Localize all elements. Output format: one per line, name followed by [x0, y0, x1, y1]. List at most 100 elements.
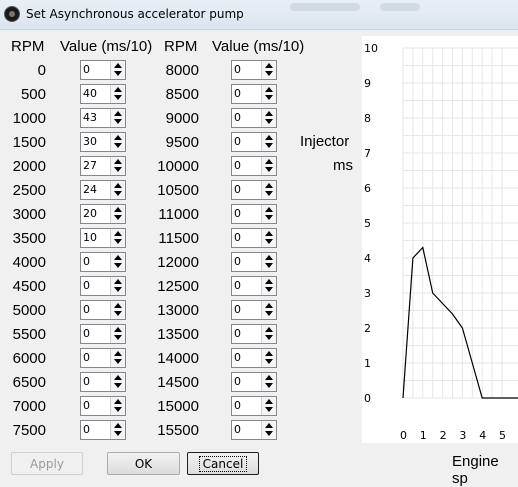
arrow-up-icon[interactable]	[114, 63, 122, 68]
value-field[interactable]: 30	[83, 135, 97, 148]
arrow-up-icon[interactable]	[265, 255, 273, 260]
arrow-down-icon[interactable]	[114, 311, 122, 316]
arrow-down-icon[interactable]	[114, 239, 122, 244]
value-spinner[interactable]: 0	[231, 252, 277, 272]
value-spinner[interactable]: 0	[80, 300, 126, 320]
value-spinner[interactable]: 0	[231, 300, 277, 320]
value-spinner[interactable]: 0	[231, 396, 277, 416]
spinner-arrows[interactable]	[110, 133, 125, 151]
arrow-down-icon[interactable]	[265, 215, 273, 220]
arrow-down-icon[interactable]	[265, 71, 273, 76]
value-field[interactable]: 0	[234, 87, 241, 100]
arrow-up-icon[interactable]	[265, 183, 273, 188]
arrow-up-icon[interactable]	[114, 207, 122, 212]
value-field[interactable]: 0	[234, 327, 241, 340]
arrow-down-icon[interactable]	[114, 263, 122, 268]
arrow-up-icon[interactable]	[265, 375, 273, 380]
arrow-up-icon[interactable]	[265, 63, 273, 68]
value-spinner[interactable]: 0	[231, 180, 277, 200]
value-field[interactable]: 43	[83, 111, 97, 124]
arrow-up-icon[interactable]	[114, 231, 122, 236]
value-spinner[interactable]: 0	[231, 132, 277, 152]
value-spinner[interactable]: 20	[80, 204, 126, 224]
value-spinner[interactable]: 0	[231, 324, 277, 344]
spinner-arrows[interactable]	[261, 277, 276, 295]
value-field[interactable]: 27	[83, 159, 97, 172]
spinner-arrows[interactable]	[110, 301, 125, 319]
arrow-up-icon[interactable]	[265, 303, 273, 308]
spinner-arrows[interactable]	[261, 397, 276, 415]
spinner-arrows[interactable]	[261, 229, 276, 247]
value-spinner[interactable]: 0	[231, 204, 277, 224]
spinner-arrows[interactable]	[110, 421, 125, 439]
value-field[interactable]: 0	[83, 351, 90, 364]
arrow-down-icon[interactable]	[114, 431, 122, 436]
arrow-down-icon[interactable]	[114, 167, 122, 172]
arrow-down-icon[interactable]	[265, 311, 273, 316]
arrow-down-icon[interactable]	[114, 119, 122, 124]
arrow-down-icon[interactable]	[265, 287, 273, 292]
value-field[interactable]: 0	[83, 303, 90, 316]
value-field[interactable]: 0	[83, 399, 90, 412]
value-field[interactable]: 0	[234, 375, 241, 388]
value-spinner[interactable]: 0	[80, 324, 126, 344]
value-spinner[interactable]: 10	[80, 228, 126, 248]
arrow-down-icon[interactable]	[114, 95, 122, 100]
spinner-arrows[interactable]	[110, 253, 125, 271]
arrow-down-icon[interactable]	[265, 167, 273, 172]
arrow-down-icon[interactable]	[265, 335, 273, 340]
arrow-up-icon[interactable]	[265, 87, 273, 92]
arrow-up-icon[interactable]	[114, 327, 122, 332]
arrow-down-icon[interactable]	[114, 287, 122, 292]
arrow-down-icon[interactable]	[265, 143, 273, 148]
spinner-arrows[interactable]	[110, 61, 125, 79]
value-field[interactable]: 0	[234, 303, 241, 316]
spinner-arrows[interactable]	[110, 205, 125, 223]
apply-button[interactable]: Apply	[11, 452, 83, 475]
spinner-arrows[interactable]	[110, 181, 125, 199]
value-field[interactable]: 0	[234, 423, 241, 436]
value-spinner[interactable]: 0	[231, 60, 277, 80]
spinner-arrows[interactable]	[261, 157, 276, 175]
arrow-up-icon[interactable]	[114, 423, 122, 428]
value-field[interactable]: 0	[234, 231, 241, 244]
spinner-arrows[interactable]	[110, 229, 125, 247]
value-spinner[interactable]: 0	[231, 228, 277, 248]
value-spinner[interactable]: 0	[231, 156, 277, 176]
spinner-arrows[interactable]	[110, 325, 125, 343]
value-spinner[interactable]: 27	[80, 156, 126, 176]
arrow-up-icon[interactable]	[114, 375, 122, 380]
arrow-down-icon[interactable]	[265, 431, 273, 436]
value-field[interactable]: 0	[83, 279, 90, 292]
value-spinner[interactable]: 0	[80, 252, 126, 272]
arrow-up-icon[interactable]	[265, 135, 273, 140]
value-spinner[interactable]: 0	[80, 372, 126, 392]
value-spinner[interactable]: 0	[80, 276, 126, 296]
spinner-arrows[interactable]	[110, 85, 125, 103]
spinner-arrows[interactable]	[261, 301, 276, 319]
value-spinner[interactable]: 43	[80, 108, 126, 128]
spinner-arrows[interactable]	[261, 61, 276, 79]
spinner-arrows[interactable]	[261, 109, 276, 127]
value-field[interactable]: 0	[234, 207, 241, 220]
value-spinner[interactable]: 30	[80, 132, 126, 152]
arrow-up-icon[interactable]	[114, 183, 122, 188]
arrow-down-icon[interactable]	[265, 191, 273, 196]
arrow-up-icon[interactable]	[114, 87, 122, 92]
spinner-arrows[interactable]	[261, 85, 276, 103]
value-spinner[interactable]: 0	[231, 420, 277, 440]
arrow-up-icon[interactable]	[265, 399, 273, 404]
value-field[interactable]: 24	[83, 183, 97, 196]
arrow-down-icon[interactable]	[265, 119, 273, 124]
value-field[interactable]: 0	[234, 183, 241, 196]
arrow-down-icon[interactable]	[114, 359, 122, 364]
arrow-down-icon[interactable]	[265, 407, 273, 412]
arrow-up-icon[interactable]	[114, 279, 122, 284]
spinner-arrows[interactable]	[261, 205, 276, 223]
value-spinner[interactable]: 0	[231, 108, 277, 128]
spinner-arrows[interactable]	[261, 133, 276, 151]
arrow-down-icon[interactable]	[114, 143, 122, 148]
value-field[interactable]: 0	[234, 279, 241, 292]
value-field[interactable]: 40	[83, 87, 97, 100]
arrow-up-icon[interactable]	[265, 231, 273, 236]
